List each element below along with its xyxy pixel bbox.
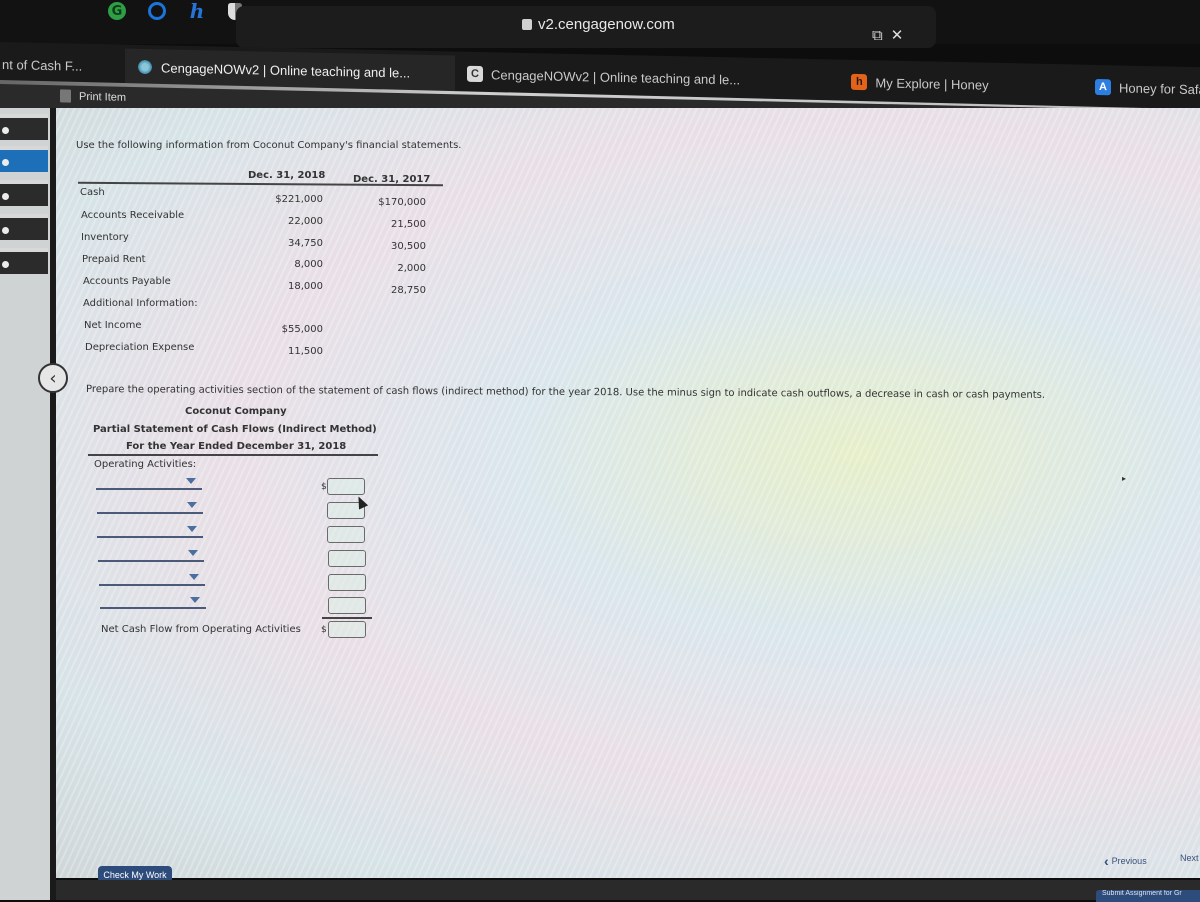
statement-title: Partial Statement of Cash Flows (Indirec… <box>93 424 377 435</box>
net-income-label: Net Income <box>84 320 142 331</box>
previous-label: Previous <box>1111 856 1147 866</box>
line-item-amount-5[interactable] <box>328 574 366 591</box>
dropdown-caret-icon <box>189 574 199 580</box>
line-item-select-2[interactable] <box>97 500 203 514</box>
grammarly-extension-icon[interactable]: G <box>108 2 126 20</box>
chevron-left-icon: ‹ <box>1104 853 1109 869</box>
statement-company: Coconut Company <box>185 406 287 417</box>
line-item-amount-4[interactable] <box>328 550 366 567</box>
ar-2018: 22,000 <box>288 216 323 227</box>
url-text: v2.cengagenow.com <box>538 16 675 33</box>
line-item-select-3[interactable] <box>97 524 203 538</box>
sidebar-item-3[interactable] <box>0 180 48 206</box>
submit-assignment-button[interactable]: Submit Assignment for Gr <box>1096 890 1200 902</box>
ap-2017: 28,750 <box>391 285 426 296</box>
cash-2018: $221,000 <box>275 194 323 205</box>
problem-intro: Use the following information from Cocon… <box>76 140 462 151</box>
sidebar-item-4[interactable] <box>0 214 48 240</box>
depreciation-label: Depreciation Expense <box>85 342 195 353</box>
row-label-inventory: Inventory <box>81 232 129 243</box>
cengage-favicon-icon <box>137 58 153 76</box>
cash-2017: $170,000 <box>378 197 426 208</box>
sidebar-item-5[interactable] <box>0 248 48 274</box>
dropdown-caret-icon <box>187 502 197 508</box>
statement-period: For the Year Ended December 31, 2018 <box>126 441 347 452</box>
previous-button[interactable]: ‹ Previous <box>1104 853 1147 869</box>
inventory-2017: 30,500 <box>391 241 426 252</box>
tab-label: nt of Cash F... <box>2 56 83 74</box>
browser-top-bar: G h v2.cengagenow.com ⧉ ✕ <box>0 0 1200 48</box>
address-actions: ⧉ ✕ <box>872 26 903 44</box>
bottom-bar <box>56 880 1200 900</box>
tab-label: CengageNOWv2 | Online teaching and le... <box>491 66 741 88</box>
tab-cash-flows[interactable]: nt of Cash F... <box>0 46 125 85</box>
row-label-accounts-receivable: Accounts Receivable <box>81 210 185 221</box>
problem-content <box>56 108 1200 878</box>
question-sidebar <box>0 108 50 900</box>
row-label-prepaid-rent: Prepaid Rent <box>82 254 146 265</box>
statement-rule <box>88 454 378 456</box>
line-item-amount-3[interactable] <box>327 526 365 543</box>
currency-symbol: $ <box>321 482 327 492</box>
collapse-sidebar-button[interactable]: ‹ <box>38 363 68 393</box>
honey-favicon-icon: h <box>851 73 868 91</box>
line-item-amount-1[interactable] <box>327 478 365 495</box>
additional-info-label: Additional Information: <box>83 298 198 309</box>
dropdown-caret-icon <box>188 550 198 556</box>
line-item-select-1[interactable] <box>96 476 202 490</box>
url-display[interactable]: v2.cengagenow.com <box>522 16 675 33</box>
chevron-left-icon: ‹ <box>49 367 57 389</box>
dropdown-caret-icon <box>186 478 196 484</box>
net-cash-flow-amount[interactable] <box>328 621 366 638</box>
app-store-favicon-icon: A <box>1095 78 1111 96</box>
tab-honey-explore[interactable]: h My Explore | Honey <box>755 62 1085 105</box>
ap-2018: 18,000 <box>288 281 323 292</box>
tab-overview-icon[interactable]: ⧉ <box>872 26 883 44</box>
sidebar-item-1[interactable] <box>0 114 48 140</box>
net-cash-flow-label: Net Cash Flow from Operating Activities <box>101 624 301 635</box>
extension-icons: G h <box>108 0 242 23</box>
sidebar-item-2[interactable] <box>0 146 48 172</box>
line-item-amount-6[interactable] <box>328 597 366 614</box>
question-dot-icon <box>2 261 9 268</box>
c-favicon-icon: C <box>467 65 483 83</box>
row-label-cash: Cash <box>80 187 105 198</box>
next-button[interactable]: Next <box>1180 853 1199 863</box>
honey-extension-icon[interactable]: h <box>188 0 206 23</box>
subtotal-rule <box>322 617 372 619</box>
print-item-label: Print Item <box>79 90 127 104</box>
print-item-button[interactable]: Print Item <box>60 89 126 103</box>
tab-label: CengageNOWv2 | Online teaching and le... <box>161 59 411 81</box>
net-currency-symbol: $ <box>321 625 327 635</box>
operating-activities-label: Operating Activities: <box>94 459 197 470</box>
tab-honey-safari[interactable]: A Honey for Safari <box>1095 69 1200 108</box>
line-item-select-5[interactable] <box>99 572 205 586</box>
tab-label: Honey for Safari <box>1119 79 1200 97</box>
question-dot-icon <box>2 159 9 166</box>
print-icon <box>60 89 71 103</box>
close-icon[interactable]: ✕ <box>891 26 904 44</box>
tab-label: My Explore | Honey <box>875 74 989 93</box>
pointer-arrow-icon: ▸ <box>1122 474 1127 483</box>
line-item-select-4[interactable] <box>98 548 204 562</box>
net-income-value: $55,000 <box>281 324 323 335</box>
depreciation-value: 11,500 <box>288 346 323 357</box>
adblock-extension-icon[interactable] <box>148 2 166 20</box>
ar-2017: 21,500 <box>391 219 426 230</box>
inventory-2018: 34,750 <box>288 238 323 249</box>
lock-icon <box>522 19 532 30</box>
row-label-accounts-payable: Accounts Payable <box>83 276 171 287</box>
prepaid-2018: 8,000 <box>294 259 323 270</box>
question-dot-icon <box>2 227 9 234</box>
question-dot-icon <box>2 193 9 200</box>
col-header-2018: Dec. 31, 2018 <box>248 170 326 181</box>
question-dot-icon <box>2 127 9 134</box>
dropdown-caret-icon <box>187 526 197 532</box>
prepaid-2017: 2,000 <box>397 263 426 274</box>
dropdown-caret-icon <box>190 597 200 603</box>
line-item-select-6[interactable] <box>100 595 206 609</box>
